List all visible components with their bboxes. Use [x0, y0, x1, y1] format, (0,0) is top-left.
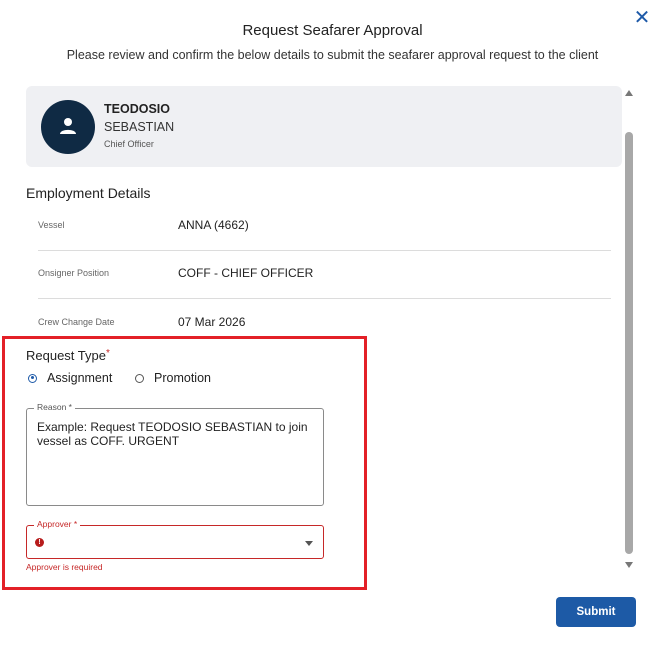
employment-details-heading: Employment Details [26, 185, 151, 201]
person-icon [60, 118, 76, 134]
required-marker: * [105, 348, 110, 359]
detail-value: COFF - CHIEF OFFICER [178, 266, 314, 280]
submit-button[interactable]: Submit [556, 597, 636, 627]
approver-error-message: Approver is required [26, 562, 103, 572]
reason-label: Reason * [34, 402, 75, 412]
detail-label: Crew Change Date [38, 317, 115, 327]
detail-value: ANNA (4662) [178, 218, 249, 232]
seafarer-card: TEODOSIO SEBASTIAN Chief Officer [26, 86, 622, 167]
seafarer-rank: Chief Officer [104, 139, 154, 149]
error-icon: ! [35, 538, 44, 547]
scroll-thumb[interactable] [625, 132, 633, 554]
detail-label: Onsigner Position [38, 268, 110, 278]
approver-select[interactable]: Approver * ! [26, 519, 324, 559]
radio-label: Promotion [154, 371, 211, 385]
detail-row-vessel: Vessel ANNA (4662) [38, 202, 611, 251]
scroll-up-icon[interactable] [625, 90, 633, 96]
chevron-down-icon[interactable] [305, 541, 313, 546]
detail-row-crew-change-date: Crew Change Date 07 Mar 2026 [38, 298, 611, 346]
request-type-text: Request Type [26, 348, 106, 363]
reason-field[interactable]: Reason * Example: Request TEODOSIO SEBAS… [26, 402, 324, 506]
radio-label: Assignment [47, 371, 113, 385]
radio-selected-icon[interactable] [28, 373, 37, 383]
radio-assignment[interactable]: Assignment [28, 370, 112, 386]
approver-label: Approver * [34, 519, 81, 529]
dialog-title: Request Seafarer Approval [242, 22, 423, 39]
detail-row-position: Onsigner Position COFF - CHIEF OFFICER [38, 250, 611, 299]
scrollbar[interactable] [624, 90, 634, 568]
radio-promotion[interactable]: Promotion [135, 370, 211, 386]
reason-placeholder[interactable]: Example: Request TEODOSIO SEBASTIAN to j… [37, 420, 312, 448]
detail-label: Vessel [38, 220, 65, 230]
seafarer-last-name: SEBASTIAN [104, 120, 175, 134]
seafarer-first-name: TEODOSIO [104, 102, 170, 116]
dialog-content: TEODOSIO SEBASTIAN Chief Officer Employm… [26, 86, 622, 596]
detail-value: 07 Mar 2026 [178, 315, 246, 329]
scroll-down-icon[interactable] [625, 562, 633, 568]
avatar [41, 100, 95, 154]
radio-unselected-icon[interactable] [135, 373, 144, 383]
dialog-subtitle: Please review and confirm the below deta… [66, 48, 599, 62]
request-type-label: Request Type* [26, 348, 110, 363]
